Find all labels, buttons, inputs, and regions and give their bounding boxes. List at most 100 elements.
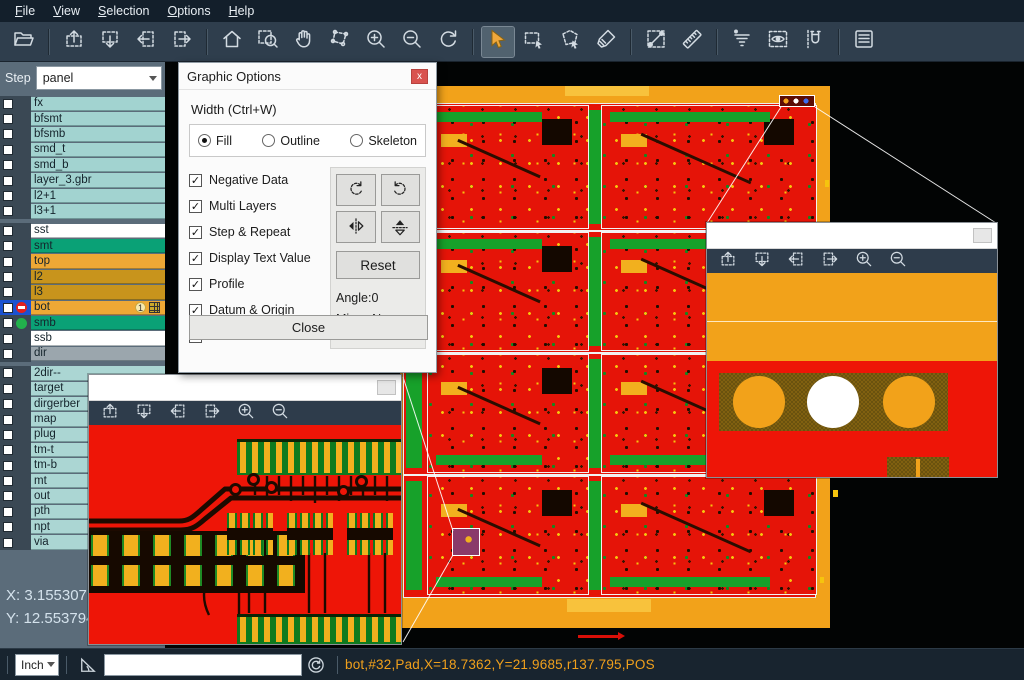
layer-visibility-checkbox[interactable] bbox=[3, 226, 13, 236]
zoom-polygon-button[interactable] bbox=[324, 27, 356, 57]
layer-label[interactable]: bfsmb bbox=[31, 127, 165, 141]
layer-visibility-checkbox[interactable] bbox=[3, 461, 13, 471]
layer-row-bfsmb[interactable]: bfsmb bbox=[0, 127, 165, 142]
layer-visibility-checkbox[interactable] bbox=[3, 415, 13, 425]
radio-fill[interactable]: Fill bbox=[198, 134, 232, 148]
step-selector[interactable]: panel bbox=[36, 66, 162, 90]
step-repeat-grid-icon[interactable] bbox=[149, 302, 160, 313]
move-up-button[interactable] bbox=[58, 27, 90, 57]
layer-visibility-checkbox[interactable] bbox=[3, 99, 13, 109]
ruler-button[interactable] bbox=[676, 27, 708, 57]
pcb-board-cell[interactable] bbox=[602, 106, 816, 228]
layer-visibility-checkbox[interactable] bbox=[3, 368, 13, 378]
layer-visibility-checkbox[interactable] bbox=[3, 384, 13, 394]
view-options-button[interactable] bbox=[762, 27, 794, 57]
filter-button[interactable] bbox=[726, 27, 758, 57]
layer-label[interactable]: bfsmt bbox=[31, 112, 165, 126]
layer-panel-button[interactable] bbox=[848, 27, 880, 57]
layer-row-smd_t[interactable]: smd_t bbox=[0, 142, 165, 157]
layer-row-smt[interactable]: smt bbox=[0, 239, 165, 254]
layer-label[interactable]: smb bbox=[31, 316, 165, 330]
layer-visibility-checkbox[interactable] bbox=[3, 476, 13, 486]
menu-item-file[interactable]: File bbox=[6, 2, 44, 20]
menu-item-selection[interactable]: Selection bbox=[89, 2, 158, 20]
layer-visibility-checkbox[interactable] bbox=[3, 318, 13, 328]
layer-label[interactable]: l3 bbox=[31, 285, 165, 299]
layer-row-sst[interactable]: sst bbox=[0, 223, 165, 238]
rect-select-button[interactable] bbox=[518, 27, 550, 57]
radio-outline[interactable]: Outline bbox=[262, 134, 320, 148]
close-button[interactable]: Close bbox=[189, 315, 428, 340]
move-down-button[interactable] bbox=[94, 27, 126, 57]
layer-visibility-checkbox[interactable] bbox=[3, 257, 13, 267]
open-folder-button[interactable] bbox=[8, 27, 40, 57]
layer-label[interactable]: l3+1 bbox=[31, 204, 165, 218]
layer-visibility-checkbox[interactable] bbox=[3, 160, 13, 170]
layer-visibility-checkbox[interactable] bbox=[3, 114, 13, 124]
layer-visibility-checkbox[interactable] bbox=[3, 522, 13, 532]
unit-selector[interactable]: Inch bbox=[15, 654, 59, 676]
zoom-window-right[interactable] bbox=[706, 222, 998, 478]
move-right-button[interactable] bbox=[817, 250, 843, 272]
zoom-in-button[interactable] bbox=[851, 250, 877, 272]
layer-label[interactable]: l2+1 bbox=[31, 189, 165, 203]
snap-magnet-button[interactable] bbox=[798, 27, 830, 57]
zoom-window-button[interactable] bbox=[252, 27, 284, 57]
layer-visibility-checkbox[interactable] bbox=[3, 241, 13, 251]
layer-row-top[interactable]: top bbox=[0, 254, 165, 269]
window-minimize-button[interactable] bbox=[377, 380, 396, 395]
menu-item-options[interactable]: Options bbox=[158, 2, 219, 20]
layer-row-smd_b[interactable]: smd_b bbox=[0, 158, 165, 173]
zoom-window-left[interactable] bbox=[88, 374, 402, 645]
refresh-icon[interactable] bbox=[306, 655, 326, 675]
layer-visibility-checkbox[interactable] bbox=[3, 491, 13, 501]
layer-visibility-checkbox[interactable] bbox=[3, 191, 13, 201]
layer-row-layer_3.gbr[interactable]: layer_3.gbr bbox=[0, 173, 165, 188]
rotate-cw-button[interactable] bbox=[336, 174, 376, 206]
layer-visibility-checkbox[interactable] bbox=[3, 272, 13, 282]
layer-row-l3[interactable]: l3 bbox=[0, 285, 165, 300]
layer-label[interactable]: layer_3.gbr bbox=[31, 173, 165, 187]
layer-label[interactable]: ssb bbox=[31, 331, 165, 345]
layer-label[interactable]: l2 bbox=[31, 270, 165, 284]
layer-visibility-checkbox[interactable] bbox=[3, 399, 13, 409]
layer-row-dir[interactable]: dir bbox=[0, 346, 165, 361]
zoom-out-button[interactable] bbox=[885, 250, 911, 272]
layer-label[interactable]: fx bbox=[31, 97, 165, 111]
window-minimize-button[interactable] bbox=[973, 228, 992, 243]
checkbox-negative-data[interactable]: ✓Negative Data bbox=[189, 167, 330, 193]
layer-label[interactable]: top bbox=[31, 254, 165, 268]
layer-visibility-checkbox[interactable] bbox=[3, 538, 13, 548]
layer-row-l3+1[interactable]: l3+1 bbox=[0, 204, 165, 219]
pcb-board-cell[interactable] bbox=[602, 477, 816, 594]
pan-hand-button[interactable] bbox=[288, 27, 320, 57]
flip-horizontal-button[interactable] bbox=[336, 211, 376, 243]
layer-row-ssb[interactable]: ssb bbox=[0, 331, 165, 346]
move-right-button[interactable] bbox=[166, 27, 198, 57]
zoom-in-button[interactable] bbox=[360, 27, 392, 57]
clean-brush-button[interactable] bbox=[590, 27, 622, 57]
zoom-window-right-titlebar[interactable] bbox=[707, 223, 997, 249]
close-icon[interactable]: x bbox=[411, 69, 428, 84]
layer-visibility-checkbox[interactable] bbox=[3, 206, 13, 216]
layer-row-bfsmt[interactable]: bfsmt bbox=[0, 111, 165, 126]
layer-row-fx[interactable]: fx bbox=[0, 96, 165, 111]
zoom-window-left-titlebar[interactable] bbox=[89, 375, 401, 401]
layer-row-smb[interactable]: smb bbox=[0, 315, 165, 330]
rotate-ccw-button[interactable] bbox=[381, 174, 421, 206]
zoom-target-topright[interactable] bbox=[779, 95, 815, 107]
move-up-button[interactable] bbox=[97, 402, 123, 424]
layer-visibility-checkbox[interactable] bbox=[3, 176, 13, 186]
move-left-button[interactable] bbox=[165, 402, 191, 424]
checkbox-display-text-value[interactable]: ✓Display Text Value bbox=[189, 245, 330, 271]
layer-visibility-checkbox[interactable] bbox=[3, 445, 13, 455]
zoom-out-button[interactable] bbox=[267, 402, 293, 424]
layer-row-bot[interactable]: bot1 bbox=[0, 300, 165, 315]
layer-row-l2+1[interactable]: l2+1 bbox=[0, 188, 165, 203]
layer-row-l2[interactable]: l2 bbox=[0, 269, 165, 284]
dialog-titlebar[interactable]: Graphic Options x bbox=[179, 63, 436, 90]
command-input[interactable] bbox=[104, 654, 302, 676]
checkbox-step-repeat[interactable]: ✓Step & Repeat bbox=[189, 219, 330, 245]
layer-visibility-checkbox[interactable] bbox=[3, 303, 13, 313]
reset-button[interactable]: Reset bbox=[336, 251, 420, 279]
